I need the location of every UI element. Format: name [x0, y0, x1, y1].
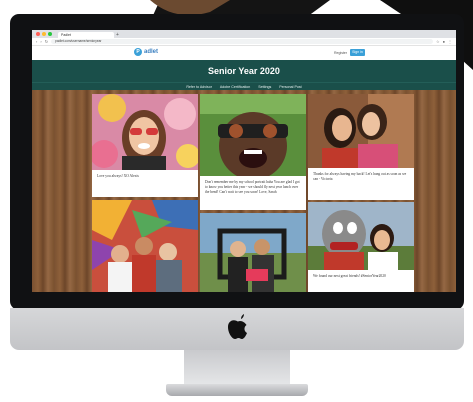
post-card[interactable]: Love you always! XO Alexis [92, 94, 198, 197]
back-icon[interactable]: ‹ [36, 39, 37, 44]
post-card[interactable] [200, 213, 306, 292]
board-toolbar: Refer to Advisor Adobe Certification Set… [32, 82, 456, 90]
browser-address-bar: ‹ › ↻ padlet.com/username/senioryear ☆ ●… [32, 38, 456, 46]
window-controls [36, 30, 52, 38]
post-photo-man-sunglasses [200, 94, 306, 176]
profile-icon[interactable]: ● [443, 39, 445, 44]
toolbar-item-certification[interactable]: Adobe Certification [220, 85, 250, 89]
board-title: Senior Year 2020 [208, 66, 280, 76]
post-photo-woman-sunglasses [92, 94, 198, 170]
post-card[interactable]: Don't remember me by my school portrait … [200, 94, 306, 210]
post-photo-friends-graffiti [92, 200, 198, 292]
browser-tab[interactable]: Padlet [58, 32, 114, 38]
close-window-button[interactable] [36, 32, 40, 36]
padlet-logo[interactable]: P adlet [134, 48, 158, 56]
reload-icon[interactable]: ↻ [45, 39, 48, 44]
toolbar-item-personal-post[interactable]: Personal Post [279, 85, 301, 89]
forward-icon[interactable]: › [40, 39, 41, 44]
browser-tab-bar: Padlet + [32, 30, 456, 38]
stand-foot [166, 384, 308, 396]
post-card[interactable] [92, 200, 198, 292]
sign-in-button[interactable]: Sign in [350, 49, 365, 56]
post-photo-two-girls [308, 94, 414, 168]
post-photo-mascot [308, 202, 414, 270]
url-field[interactable]: padlet.com/username/senioryear [51, 39, 433, 44]
toolbar-item-settings[interactable]: Settings [258, 85, 271, 89]
apple-logo-icon [228, 314, 247, 339]
menu-kebab-icon[interactable]: ⋮ [448, 39, 452, 44]
bookmark-star-icon[interactable]: ☆ [436, 39, 440, 44]
toolbar-item-refer[interactable]: Refer to Advisor [186, 85, 212, 89]
browser-tab-title: Padlet [61, 33, 71, 37]
padlet-logo-icon: P [134, 48, 142, 56]
new-tab-icon[interactable]: + [116, 32, 119, 38]
stand-neck [184, 350, 290, 386]
post-card[interactable]: Thanks for always having my back! Let's … [308, 94, 414, 200]
screen: Padlet + ‹ › ↻ padlet.com/username/senio… [32, 30, 456, 292]
board-title-bar: Senior Year 2020 [32, 60, 456, 82]
post-caption: Love you always! XO Alexis [97, 174, 139, 178]
app-header: P adlet Register Sign in [32, 46, 456, 60]
padlet-logo-text: adlet [144, 49, 159, 55]
wall-board: Love you always! XO Alexis Don't remembe… [32, 90, 456, 292]
post-card[interactable]: We found our next great friends! #Senior… [308, 202, 414, 292]
minimize-window-button[interactable] [42, 32, 46, 36]
post-caption: Don't remember me by my school portrait … [205, 180, 300, 194]
maximize-window-button[interactable] [48, 32, 52, 36]
post-caption: Thanks for always having my back! Let's … [313, 172, 407, 181]
post-photo-frame-sign [200, 213, 306, 292]
post-caption: We found our next great friends! #Senior… [313, 274, 386, 278]
register-link[interactable]: Register [334, 51, 347, 55]
imac-computer: Padlet + ‹ › ↻ padlet.com/username/senio… [6, 8, 468, 400]
